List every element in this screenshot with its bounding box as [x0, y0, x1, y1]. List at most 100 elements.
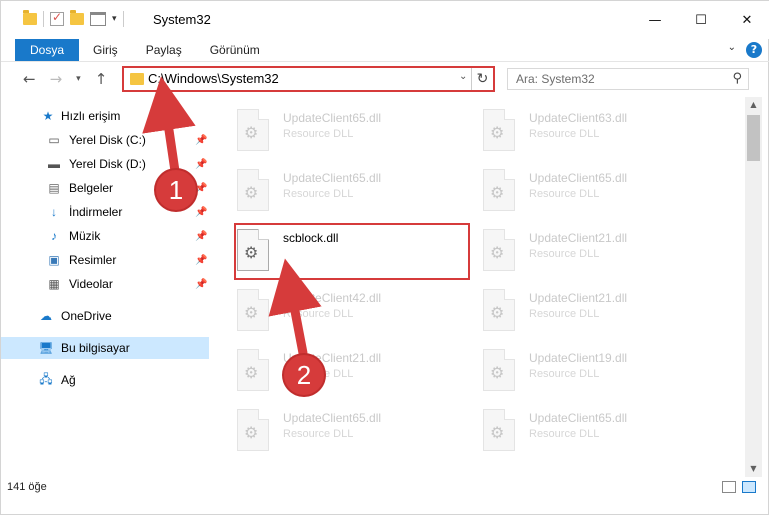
music-icon: ♪	[51, 229, 57, 243]
view-switcher	[722, 481, 756, 493]
file-item[interactable]: ⚙ UpdateClient65.dll Resource DLL	[213, 401, 453, 459]
up-arrow-icon[interactable]: ↑	[95, 70, 108, 88]
close-button[interactable]: ✕	[724, 1, 769, 39]
large-icons-view-icon[interactable]	[742, 481, 756, 493]
file-name: UpdateClient21.dll	[529, 231, 628, 245]
gear-icon: ⚙	[244, 303, 259, 322]
file-item[interactable]: ⚙ UpdateClient65.dll Resource DLL	[213, 101, 453, 159]
step-2-badge: 2	[284, 355, 324, 395]
nav-label: Resimler	[69, 253, 117, 267]
nav-item-music[interactable]: ♪ Müzik 📌	[1, 225, 209, 247]
expand-ribbon-icon[interactable]: ⌄	[728, 42, 736, 58]
maximize-button[interactable]: ☐	[678, 1, 724, 39]
chevron-down-icon[interactable]: ⌄	[459, 71, 467, 82]
gear-icon: ⚙	[244, 183, 259, 202]
chevron-down-icon[interactable]: ▾	[112, 14, 117, 24]
nav-label: Belgeler	[69, 181, 114, 195]
file-type: Resource DLL	[529, 248, 600, 260]
nav-label: Yerel Disk (C:)	[69, 133, 146, 147]
file-name: UpdateClient65.dll	[529, 171, 628, 185]
title-bar: ▾ System32 — ☐ ✕	[1, 1, 769, 39]
customize-icon[interactable]	[90, 12, 106, 26]
scroll-down-icon[interactable]: ▼	[745, 461, 762, 477]
address-bar[interactable]: C:\Windows\System32 ⌄ ↻	[122, 66, 495, 92]
divider	[122, 11, 124, 27]
cloud-icon: ☁	[40, 309, 52, 323]
gear-icon: ⚙	[490, 123, 505, 142]
search-placeholder: Ara: System32	[516, 72, 595, 86]
nav-label: Yerel Disk (D:)	[69, 157, 146, 171]
file-item[interactable]: ⚙ UpdateClient21.dll Resource DLL	[459, 281, 699, 339]
nav-label: Bu bilgisayar	[61, 341, 130, 355]
file-name: UpdateClient63.dll	[529, 111, 628, 125]
minimize-button[interactable]: —	[632, 1, 678, 39]
refresh-icon[interactable]: ↻	[471, 68, 493, 90]
file-type: Resource DLL	[529, 128, 600, 140]
nav-item-local-disk-c[interactable]: ▭ Yerel Disk (C:) 📌	[1, 129, 209, 151]
new-folder-icon[interactable]	[70, 10, 84, 25]
pictures-icon: ▣	[48, 253, 60, 267]
pin-icon[interactable]: 📌	[195, 279, 207, 290]
tab-gorunum[interactable]: Görünüm	[196, 39, 274, 61]
forward-arrow-icon[interactable]: →	[50, 70, 63, 88]
tab-giris[interactable]: Giriş	[79, 39, 132, 61]
nav-item-this-pc[interactable]: 🖥 Bu bilgisayar	[1, 337, 209, 359]
file-name: UpdateClient42.dll	[283, 291, 382, 305]
details-view-icon[interactable]	[722, 481, 736, 493]
gear-icon: ⚙	[244, 123, 259, 142]
nav-label: Ağ	[61, 373, 76, 387]
pin-icon[interactable]: 📌	[195, 135, 207, 146]
star-icon: ★	[42, 109, 54, 123]
pin-icon[interactable]: 📌	[195, 183, 207, 194]
file-item[interactable]: ⚙ UpdateClient42.dll Resource DLL	[213, 281, 453, 339]
navigation-pane: ★ Hızlı erişim ▭ Yerel Disk (C:) 📌 ▬ Yer…	[1, 97, 211, 477]
gear-icon: ⚙	[244, 363, 259, 382]
scroll-up-icon[interactable]: ▲	[745, 97, 762, 113]
file-type: Resource DLL	[529, 428, 600, 440]
file-item[interactable]: ⚙ UpdateClient21.dll Resource DLL	[213, 341, 453, 399]
recent-locations-icon[interactable]: ▾	[76, 74, 81, 84]
pin-icon[interactable]: 📌	[195, 207, 207, 218]
file-item[interactable]: ⚙ UpdateClient19.dll Resource DLL	[459, 341, 699, 399]
folder-icon[interactable]	[23, 10, 37, 25]
back-arrow-icon[interactable]: ←	[23, 70, 36, 88]
file-item[interactable]: ⚙ UpdateClient63.dll Resource DLL	[459, 101, 699, 159]
search-input[interactable]: Ara: System32 ⚲	[507, 68, 749, 90]
gear-icon: ⚙	[244, 423, 259, 442]
pin-icon[interactable]: 📌	[195, 231, 207, 242]
window-title: System32	[153, 12, 211, 27]
file-type: Resource DLL	[283, 128, 354, 140]
file-item[interactable]: ⚙ UpdateClient65.dll Resource DLL	[459, 161, 699, 219]
file-item[interactable]: ⚙ UpdateClient65.dll Resource DLL	[213, 161, 453, 219]
item-count: 141 öğe	[7, 481, 47, 493]
divider	[43, 11, 44, 27]
address-path[interactable]: C:\Windows\System32	[148, 71, 279, 86]
properties-check-icon[interactable]	[50, 10, 64, 26]
help-icon[interactable]: ?	[746, 42, 762, 58]
file-type: Resource DLL	[529, 368, 600, 380]
nav-item-videos[interactable]: ▦ Videolar 📌	[1, 273, 209, 295]
documents-icon: ▤	[48, 181, 60, 195]
file-item[interactable]: ⚙ UpdateClient21.dll Resource DLL	[459, 221, 699, 279]
network-icon: 🖧	[39, 371, 53, 386]
vertical-scrollbar[interactable]: ▲ ▼	[745, 97, 762, 477]
status-bar: 141 öğe	[1, 477, 769, 499]
nav-item-onedrive[interactable]: ☁ OneDrive	[1, 305, 209, 327]
nav-label: Müzik	[69, 229, 101, 243]
file-list: ⚙ UpdateClient65.dll Resource DLL ⚙ Upda…	[213, 97, 745, 477]
file-name: UpdateClient21.dll	[529, 291, 628, 305]
pin-icon[interactable]: 📌	[195, 159, 207, 170]
gear-icon: ⚙	[490, 423, 505, 442]
pin-icon[interactable]: 📌	[195, 255, 207, 266]
file-name: UpdateClient65.dll	[283, 171, 382, 185]
search-icon[interactable]: ⚲	[732, 71, 742, 86]
nav-item-quick-access[interactable]: ★ Hızlı erişim	[1, 105, 209, 127]
file-type: Resource DLL	[283, 428, 354, 440]
file-item[interactable]: ⚙ UpdateClient65.dll Resource DLL	[459, 401, 699, 459]
scroll-thumb[interactable]	[747, 115, 760, 161]
nav-item-network[interactable]: 🖧 Ağ	[1, 369, 209, 391]
address-row: ← → ▾ ↑ C:\Windows\System32 ⌄ ↻ Ara: Sys…	[1, 61, 769, 95]
tab-dosya[interactable]: Dosya	[15, 39, 80, 61]
tab-paylas[interactable]: Paylaş	[132, 39, 196, 61]
nav-item-pictures[interactable]: ▣ Resimler 📌	[1, 249, 209, 271]
